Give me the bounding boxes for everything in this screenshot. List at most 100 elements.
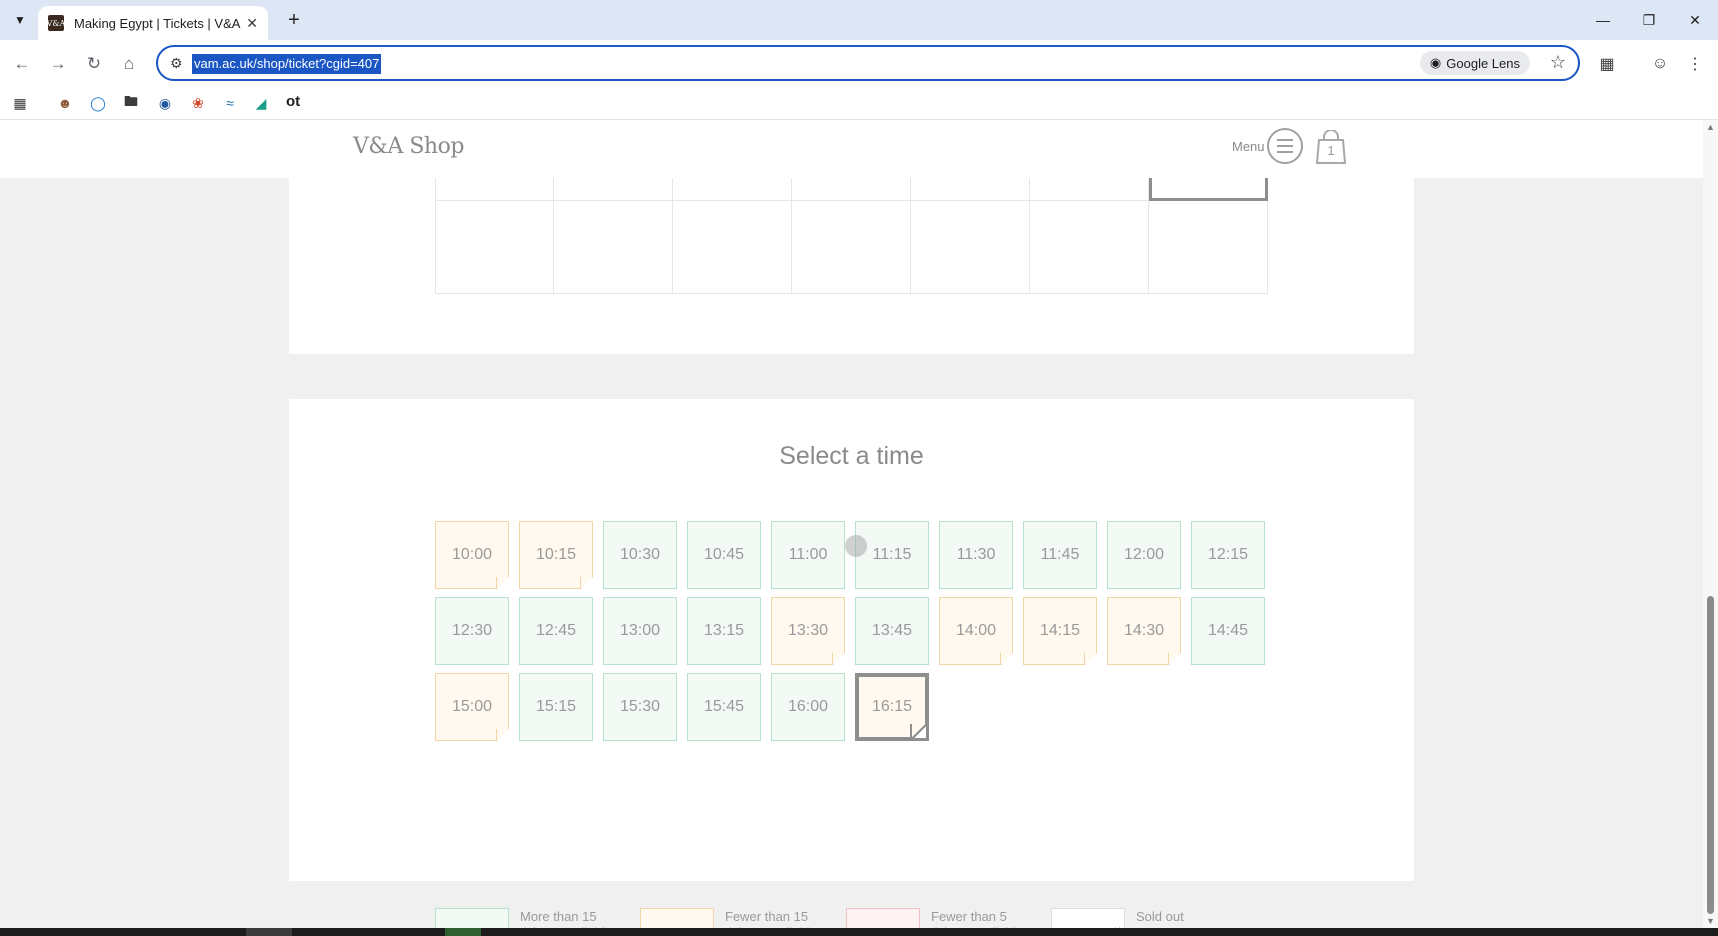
time-slot-1615[interactable]: 16:15 <box>855 673 929 741</box>
tab-title: Making Egypt | Tickets | V&A Sh <box>74 15 244 31</box>
bookmark-triangle-icon[interactable]: ◢ <box>251 93 271 113</box>
calendar-cell[interactable] <box>911 201 1030 294</box>
bookmark-globe-icon[interactable]: ◉ <box>155 93 175 113</box>
hamburger-menu-icon[interactable] <box>1267 128 1303 164</box>
time-slot-1230[interactable]: 12:30 <box>435 597 509 665</box>
forward-arrow-icon[interactable]: → <box>46 52 70 76</box>
time-slot-1245[interactable]: 12:45 <box>519 597 593 665</box>
home-icon[interactable]: ⌂ <box>117 52 141 76</box>
legend-swatch <box>640 908 714 928</box>
time-slot-1000[interactable]: 10:00 <box>435 521 509 589</box>
os-taskbar <box>0 928 1718 936</box>
calendar-selected-day[interactable] <box>1149 178 1268 201</box>
time-slot-1345[interactable]: 13:45 <box>855 597 929 665</box>
time-slot-1445[interactable]: 14:45 <box>1191 597 1265 665</box>
mouse-cursor-indicator <box>845 535 867 557</box>
time-slot-1600[interactable]: 16:00 <box>771 673 845 741</box>
reload-icon[interactable]: ↻ <box>82 52 106 76</box>
time-slot-1030[interactable]: 10:30 <box>603 521 677 589</box>
back-arrow-icon[interactable]: ← <box>10 52 34 76</box>
site-logo[interactable]: V&A Shop <box>353 134 464 159</box>
time-slot-1400[interactable]: 14:00 <box>939 597 1013 665</box>
legend-item-green: More than 15 tickets available <box>435 908 630 928</box>
time-slot-label: 13:45 <box>871 622 913 639</box>
shopping-bag-icon[interactable]: 1 <box>1315 129 1347 164</box>
section-title: Select a time <box>779 442 924 470</box>
bookmark-star-icon[interactable]: ☆ <box>1550 52 1566 73</box>
legend-label: Fewer than 15 tickets available <box>725 909 817 928</box>
calendar-cell[interactable] <box>1030 201 1149 294</box>
page-scrollbar[interactable]: ▲ ▼ <box>1703 120 1718 928</box>
google-lens-button[interactable]: ◉ Google Lens <box>1419 51 1530 75</box>
legend-swatch: × <box>1051 908 1125 928</box>
close-window-icon[interactable]: ✕ <box>1672 0 1718 40</box>
profile-icon[interactable]: ☺ <box>1648 52 1672 76</box>
time-slot-1100[interactable]: 11:00 <box>771 521 845 589</box>
calendar-cell[interactable] <box>1030 178 1149 201</box>
scroll-up-arrow-icon[interactable]: ▲ <box>1706 122 1715 132</box>
time-slot-1215[interactable]: 12:15 <box>1191 521 1265 589</box>
time-slot-1015[interactable]: 10:15 <box>519 521 593 589</box>
time-slot-label: 12:45 <box>535 622 577 639</box>
calendar-cell[interactable] <box>673 178 792 201</box>
minimize-icon[interactable]: — <box>1580 0 1626 40</box>
time-slot-1130[interactable]: 11:30 <box>939 521 1013 589</box>
legend-item-amber: Fewer than 15 tickets available <box>640 908 835 928</box>
menu-label[interactable]: Menu <box>1232 139 1265 154</box>
time-slot-label: 15:15 <box>535 698 577 715</box>
time-slot-1315[interactable]: 13:15 <box>687 597 761 665</box>
time-slot-1415[interactable]: 14:15 <box>1023 597 1097 665</box>
lens-icon: ◉ <box>1429 55 1442 70</box>
bookmark-edge-icon[interactable]: ◯ <box>88 93 108 113</box>
taskbar-app[interactable] <box>445 928 481 936</box>
more-menu-icon[interactable]: ⋮ <box>1683 52 1707 76</box>
extensions-puzzle-icon[interactable]: ▦ <box>1595 52 1619 76</box>
calendar-cell[interactable] <box>673 201 792 294</box>
calendar-cell[interactable] <box>554 201 673 294</box>
restore-icon[interactable]: ❐ <box>1626 0 1672 40</box>
tab-search-chevron-icon[interactable]: ▼ <box>8 8 32 32</box>
site-settings-icon[interactable]: ⚙ <box>170 55 183 72</box>
bookmark-wave-icon[interactable]: ≈ <box>220 93 240 113</box>
time-slot-1115[interactable]: 11:15 <box>855 521 929 589</box>
va-favicon-icon: V&A <box>47 15 65 31</box>
bookmark-peacock-icon[interactable]: ❀ <box>188 93 208 113</box>
availability-legend: More than 15 tickets available Fewer than… <box>435 908 1275 928</box>
time-slot-1200[interactable]: 12:00 <box>1107 521 1181 589</box>
time-slot-1545[interactable]: 15:45 <box>687 673 761 741</box>
apps-grid-icon[interactable]: ▦ <box>10 93 30 113</box>
bookmark-folder-icon[interactable]: 🖿 <box>121 93 141 113</box>
calendar-cell[interactable] <box>435 178 554 201</box>
calendar-cell[interactable] <box>554 178 673 201</box>
time-slot-label: 14:00 <box>955 622 997 639</box>
new-tab-plus-icon[interactable]: + <box>282 8 306 32</box>
time-slot-1145[interactable]: 11:45 <box>1023 521 1097 589</box>
url-text[interactable]: vam.ac.uk/shop/ticket?cgid=407 <box>192 54 382 74</box>
time-slot-label: 11:15 <box>872 546 912 563</box>
browser-tab-active[interactable]: V&A Making Egypt | Tickets | V&A Sh ✕ <box>38 6 268 40</box>
bookmark-avatar-icon[interactable]: ☻ <box>55 93 75 113</box>
time-slot-label: 10:15 <box>535 546 577 563</box>
tab-close-icon[interactable]: ✕ <box>246 15 258 32</box>
time-slot-1515[interactable]: 15:15 <box>519 673 593 741</box>
time-slot-1500[interactable]: 15:00 <box>435 673 509 741</box>
time-slot-1530[interactable]: 15:30 <box>603 673 677 741</box>
scrollbar-thumb[interactable] <box>1707 596 1714 914</box>
calendar-cell[interactable] <box>435 201 554 294</box>
time-slot-1430[interactable]: 14:30 <box>1107 597 1181 665</box>
time-slot-1045[interactable]: 10:45 <box>687 521 761 589</box>
time-slot-label: 15:30 <box>619 698 661 715</box>
calendar-cell[interactable] <box>792 178 911 201</box>
time-slot-1330[interactable]: 13:30 <box>771 597 845 665</box>
bookmark-text-link[interactable]: ot <box>286 93 300 110</box>
scroll-down-arrow-icon[interactable]: ▼ <box>1706 916 1715 926</box>
calendar-cell[interactable] <box>792 201 911 294</box>
time-slot-label: 13:15 <box>703 622 745 639</box>
calendar-cell[interactable] <box>911 178 1030 201</box>
time-slot-label: 11:30 <box>956 546 996 563</box>
taskbar-app[interactable] <box>246 928 292 936</box>
legend-label: Sold out <box>1136 909 1184 924</box>
address-bar[interactable]: ⚙ vam.ac.uk/shop/ticket?cgid=407 ◉ Googl… <box>156 45 1580 81</box>
time-slot-1300[interactable]: 13:00 <box>603 597 677 665</box>
calendar-cell[interactable] <box>1149 201 1268 294</box>
